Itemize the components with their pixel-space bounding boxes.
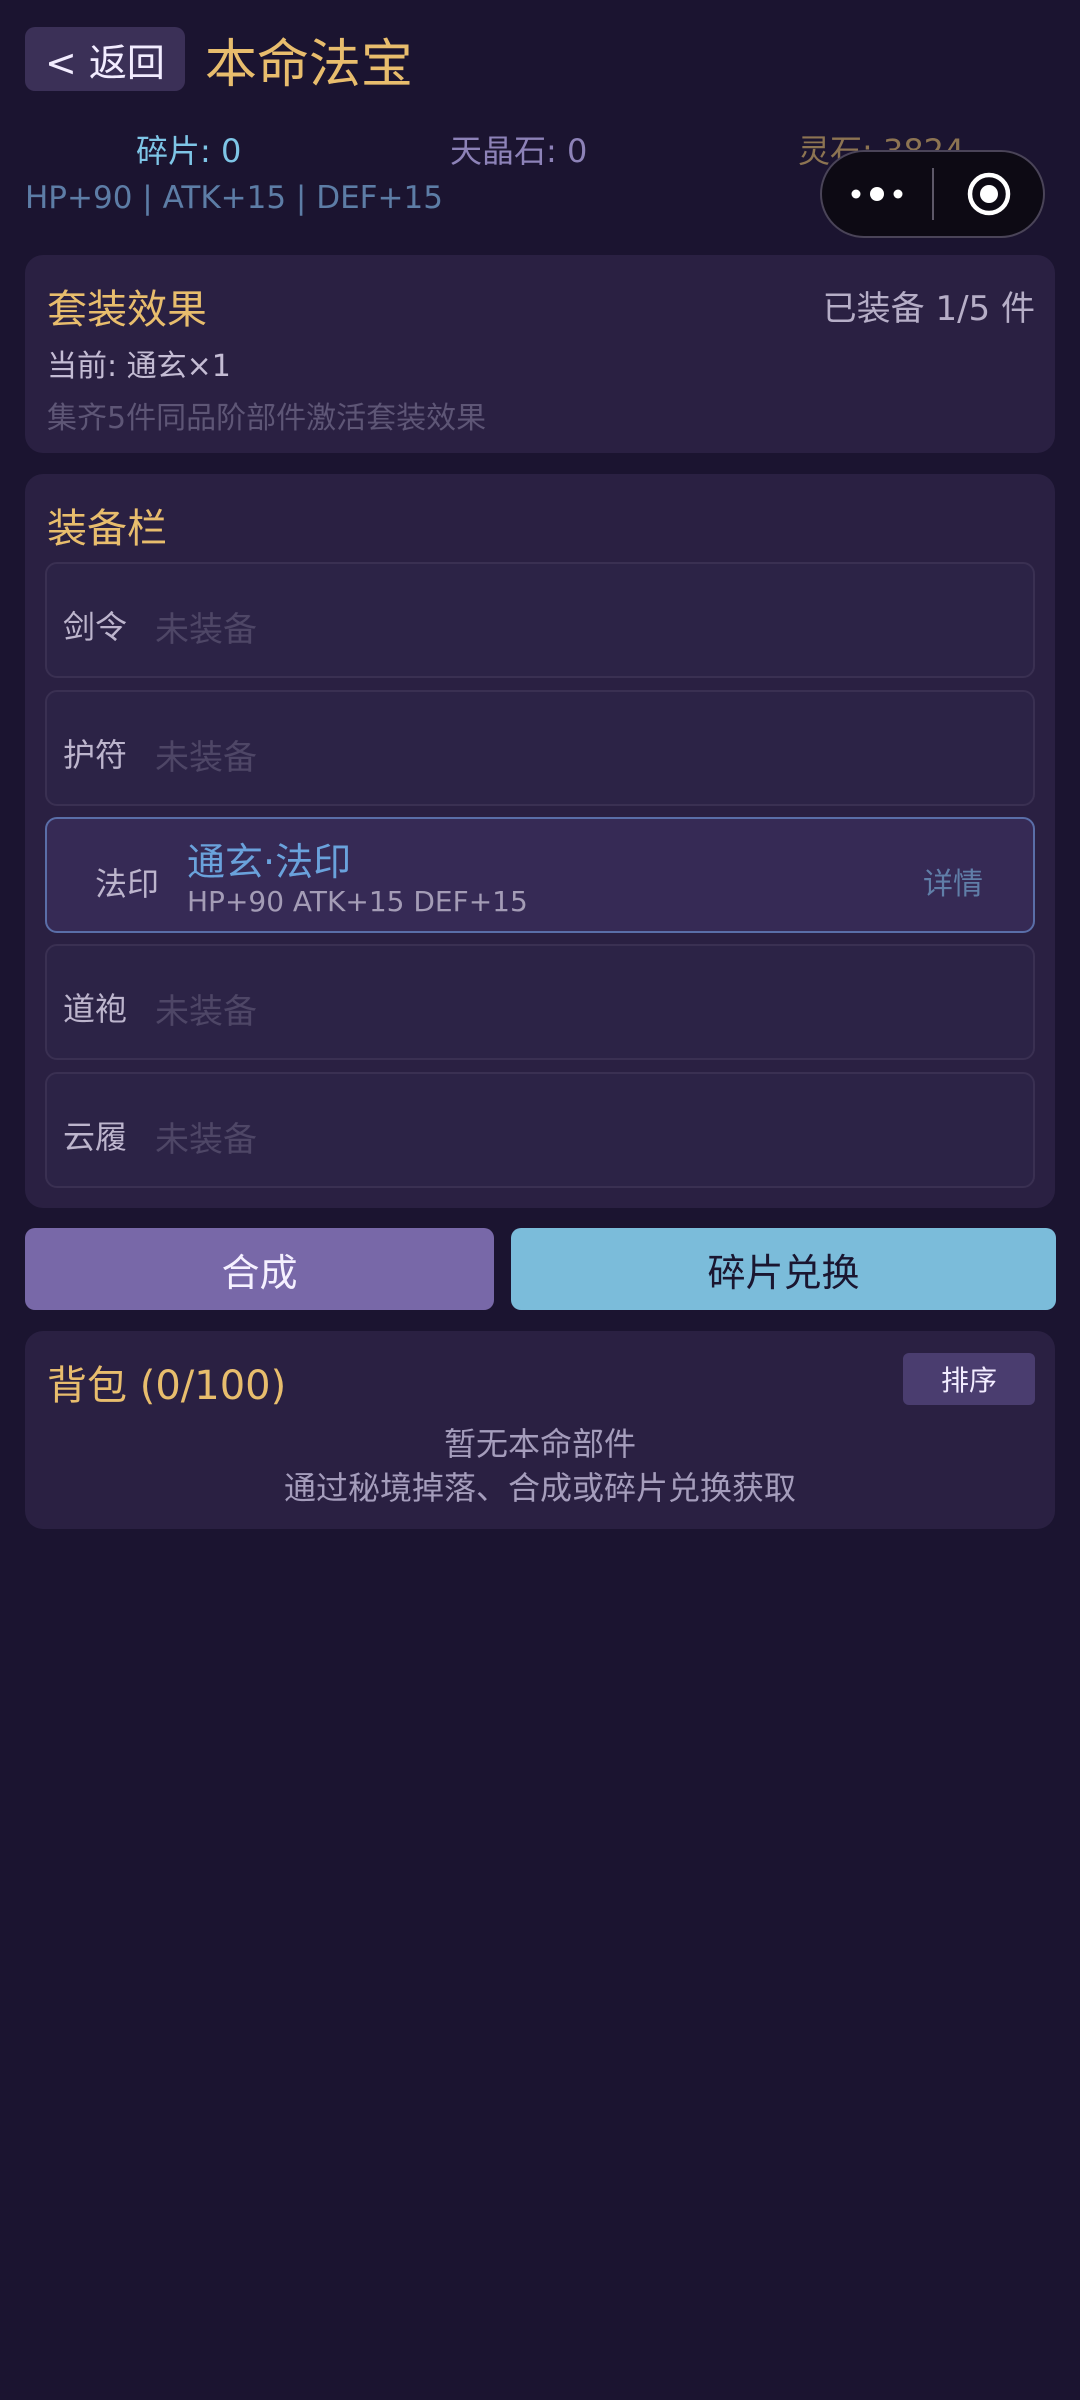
slot-sword-token[interactable]: 剑令 未装备	[45, 562, 1035, 678]
equipped-item-stats: HP+90 ATK+15 DEF+15	[187, 885, 528, 918]
mini-program-capsule	[820, 150, 1045, 238]
slot-cloud-boots[interactable]: 云履 未装备	[45, 1072, 1035, 1188]
set-effect-card: 套装效果 已装备 1/5 件 当前: 通玄×1 集齐5件同品阶部件激活套装效果	[25, 255, 1055, 453]
synthesize-button[interactable]: 合成	[25, 1228, 494, 1310]
target-icon[interactable]	[934, 152, 1043, 236]
set-hint: 集齐5件同品阶部件激活套装效果	[47, 401, 487, 436]
equipment-title: 装备栏	[47, 506, 167, 552]
total-stats: HP+90 | ATK+15 | DEF+15	[25, 180, 443, 216]
equipped-count: 已装备 1/5 件	[822, 289, 1035, 329]
equipment-card: 装备栏 剑令 未装备 护符 未装备 法印 通玄·法印 HP+90 ATK+15 …	[25, 474, 1055, 1208]
back-button[interactable]: < 返回	[25, 27, 185, 91]
set-effect-title: 套装效果	[47, 287, 207, 333]
slot-amulet[interactable]: 护符 未装备	[45, 690, 1035, 806]
backpack-empty-hint: 通过秘境掉落、合成或碎片兑换获取	[283, 1469, 796, 1507]
page-title: 本命法宝	[204, 34, 413, 95]
app-screen: < 返回 本命法宝 碎片: 0 天晶石: 0 灵石: 3824 HP+90 | …	[0, 0, 1080, 2400]
fragment-count: 碎片: 0	[136, 132, 242, 170]
slot-seal[interactable]: 法印 通玄·法印 HP+90 ATK+15 DEF+15 详情	[45, 817, 1035, 933]
backpack-title: 背包 (0/100)	[47, 1363, 287, 1409]
more-dots-icon[interactable]	[822, 152, 932, 236]
slot-robe[interactable]: 道袍 未装备	[45, 944, 1035, 1060]
slot-empty-text: 未装备	[155, 610, 257, 650]
fragment-exchange-button[interactable]: 碎片兑换	[511, 1228, 1056, 1310]
slot-empty-text: 未装备	[155, 992, 257, 1032]
backpack-empty-title: 暂无本命部件	[443, 1425, 636, 1463]
backpack-card: 背包 (0/100) 排序 暂无本命部件 通过秘境掉落、合成或碎片兑换获取	[25, 1331, 1055, 1529]
slot-label: 道袍	[63, 990, 128, 1028]
sky-crystal-count: 天晶石: 0	[450, 132, 588, 170]
slot-empty-text: 未装备	[155, 738, 257, 778]
slot-empty-text: 未装备	[155, 1120, 257, 1160]
current-set: 当前: 通玄×1	[47, 349, 231, 384]
slot-label: 法印	[95, 865, 160, 903]
slot-label: 护符	[63, 736, 128, 774]
slot-label: 剑令	[63, 608, 128, 646]
slot-label: 云履	[63, 1118, 128, 1156]
sort-button[interactable]: 排序	[903, 1353, 1035, 1405]
header: < 返回 本命法宝	[25, 27, 1055, 95]
equipped-item-name: 通玄·法印	[187, 840, 352, 884]
detail-link[interactable]: 详情	[923, 859, 983, 903]
